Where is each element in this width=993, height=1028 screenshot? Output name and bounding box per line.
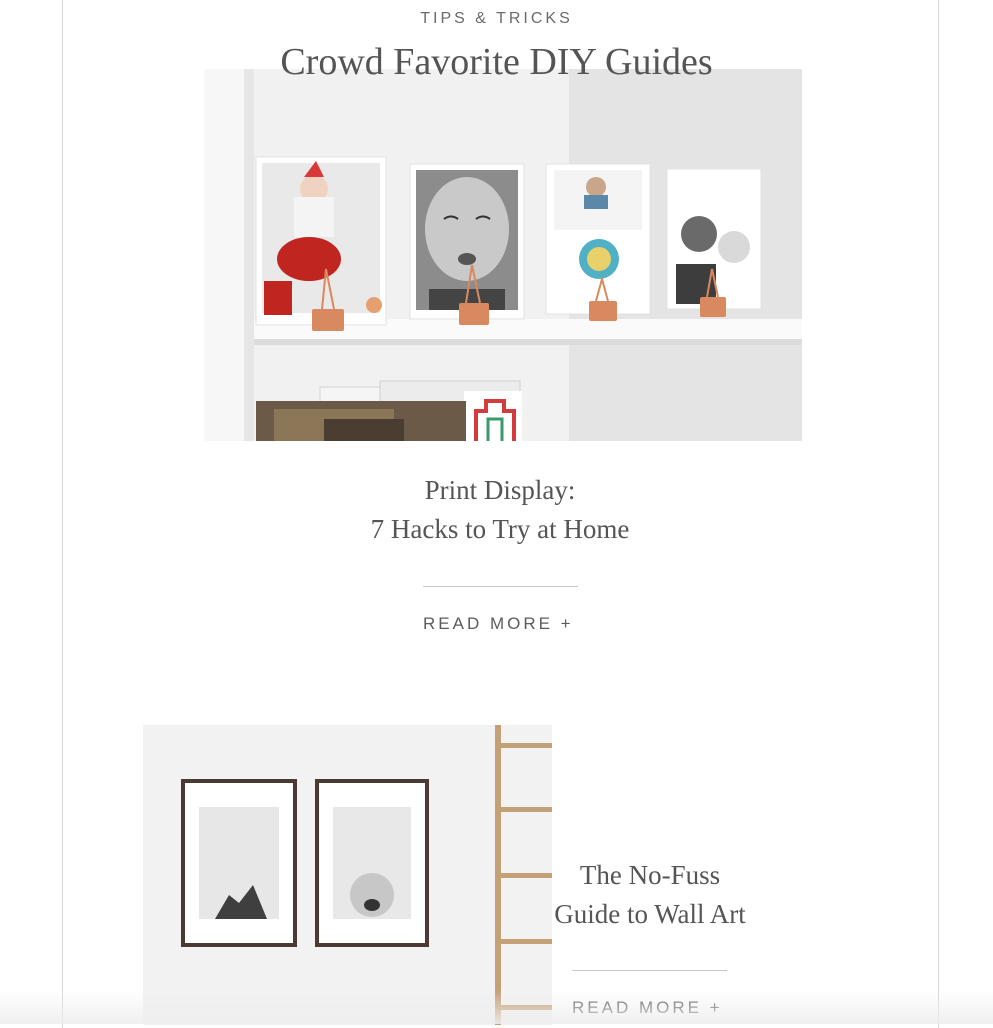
article-title-line2: 7 Hacks to Try at Home xyxy=(370,514,630,544)
section-title: Crowd Favorite DIY Guides xyxy=(280,41,713,83)
print-display-image[interactable] xyxy=(204,69,802,441)
article-title-print-display[interactable]: Print Display: 7 Hacks to Try at Home xyxy=(300,471,700,549)
wall-art-photo-illustration xyxy=(143,725,552,1025)
divider xyxy=(572,970,727,971)
divider xyxy=(423,586,578,587)
article-title-wall-art[interactable]: The No-Fuss Guide to Wall Art xyxy=(540,856,760,934)
article-title-line2: Guide to Wall Art xyxy=(554,899,746,929)
section-eyebrow: TIPS & TRICKS xyxy=(420,10,573,27)
read-more-link[interactable]: READ MORE + xyxy=(572,998,723,1018)
read-more-link[interactable]: READ MORE + xyxy=(423,614,574,634)
article-title-line1: Print Display: xyxy=(424,475,576,505)
shelf-photo-illustration xyxy=(204,69,802,441)
article-title-line1: The No-Fuss xyxy=(579,860,721,890)
wall-art-image[interactable] xyxy=(143,725,552,1025)
